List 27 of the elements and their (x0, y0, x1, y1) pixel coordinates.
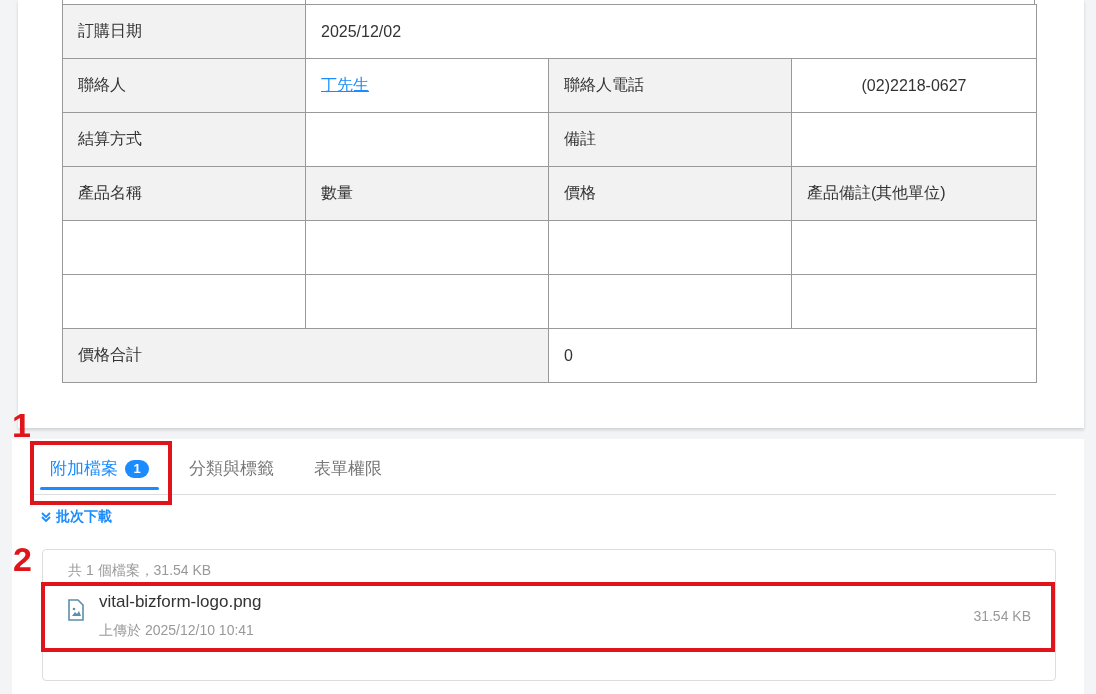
upload-time: 上傳於 2025/12/10 10:41 (99, 622, 255, 640)
count-badge: 1 (125, 459, 149, 478)
file-size: 31.54 KB (973, 608, 1031, 624)
label-cell: 聯絡人電話 (548, 58, 792, 113)
file-summary: 共 1 個檔案，31.54 KB (67, 561, 213, 580)
table-cell: 0 (548, 328, 1037, 383)
label-cell: 數量 (305, 166, 549, 221)
table-cell: 2025/12/02 (305, 4, 1037, 59)
label-cell: 聯絡人 (62, 58, 306, 113)
file-name[interactable]: vital-bizform-logo.png (99, 592, 974, 612)
double-chevron-down-icon (40, 511, 52, 523)
label-cell: 價格合計 (62, 328, 549, 383)
label-cell: 價格 (548, 166, 792, 221)
tab[interactable]: 表單權限 (304, 443, 392, 494)
batch-download-link[interactable]: 批次下載 (40, 508, 112, 526)
label-cell: 備註 (548, 112, 792, 167)
image-file-icon (67, 599, 85, 621)
table-cell: (02)2218-0627 (791, 58, 1037, 113)
annotation-number: 1 (12, 408, 31, 442)
label-cell: 產品名稱 (62, 166, 306, 221)
label-cell: 訂購日期 (62, 4, 306, 59)
label-cell: 產品備註(其他單位) (791, 166, 1037, 221)
label-cell: 結算方式 (62, 112, 306, 167)
tab[interactable]: 分類與標籤 (179, 443, 284, 494)
contact-link[interactable]: 丁先生 (321, 76, 369, 93)
annotation-number: 2 (13, 542, 32, 576)
tab[interactable]: 附加檔案 1 (40, 443, 159, 494)
